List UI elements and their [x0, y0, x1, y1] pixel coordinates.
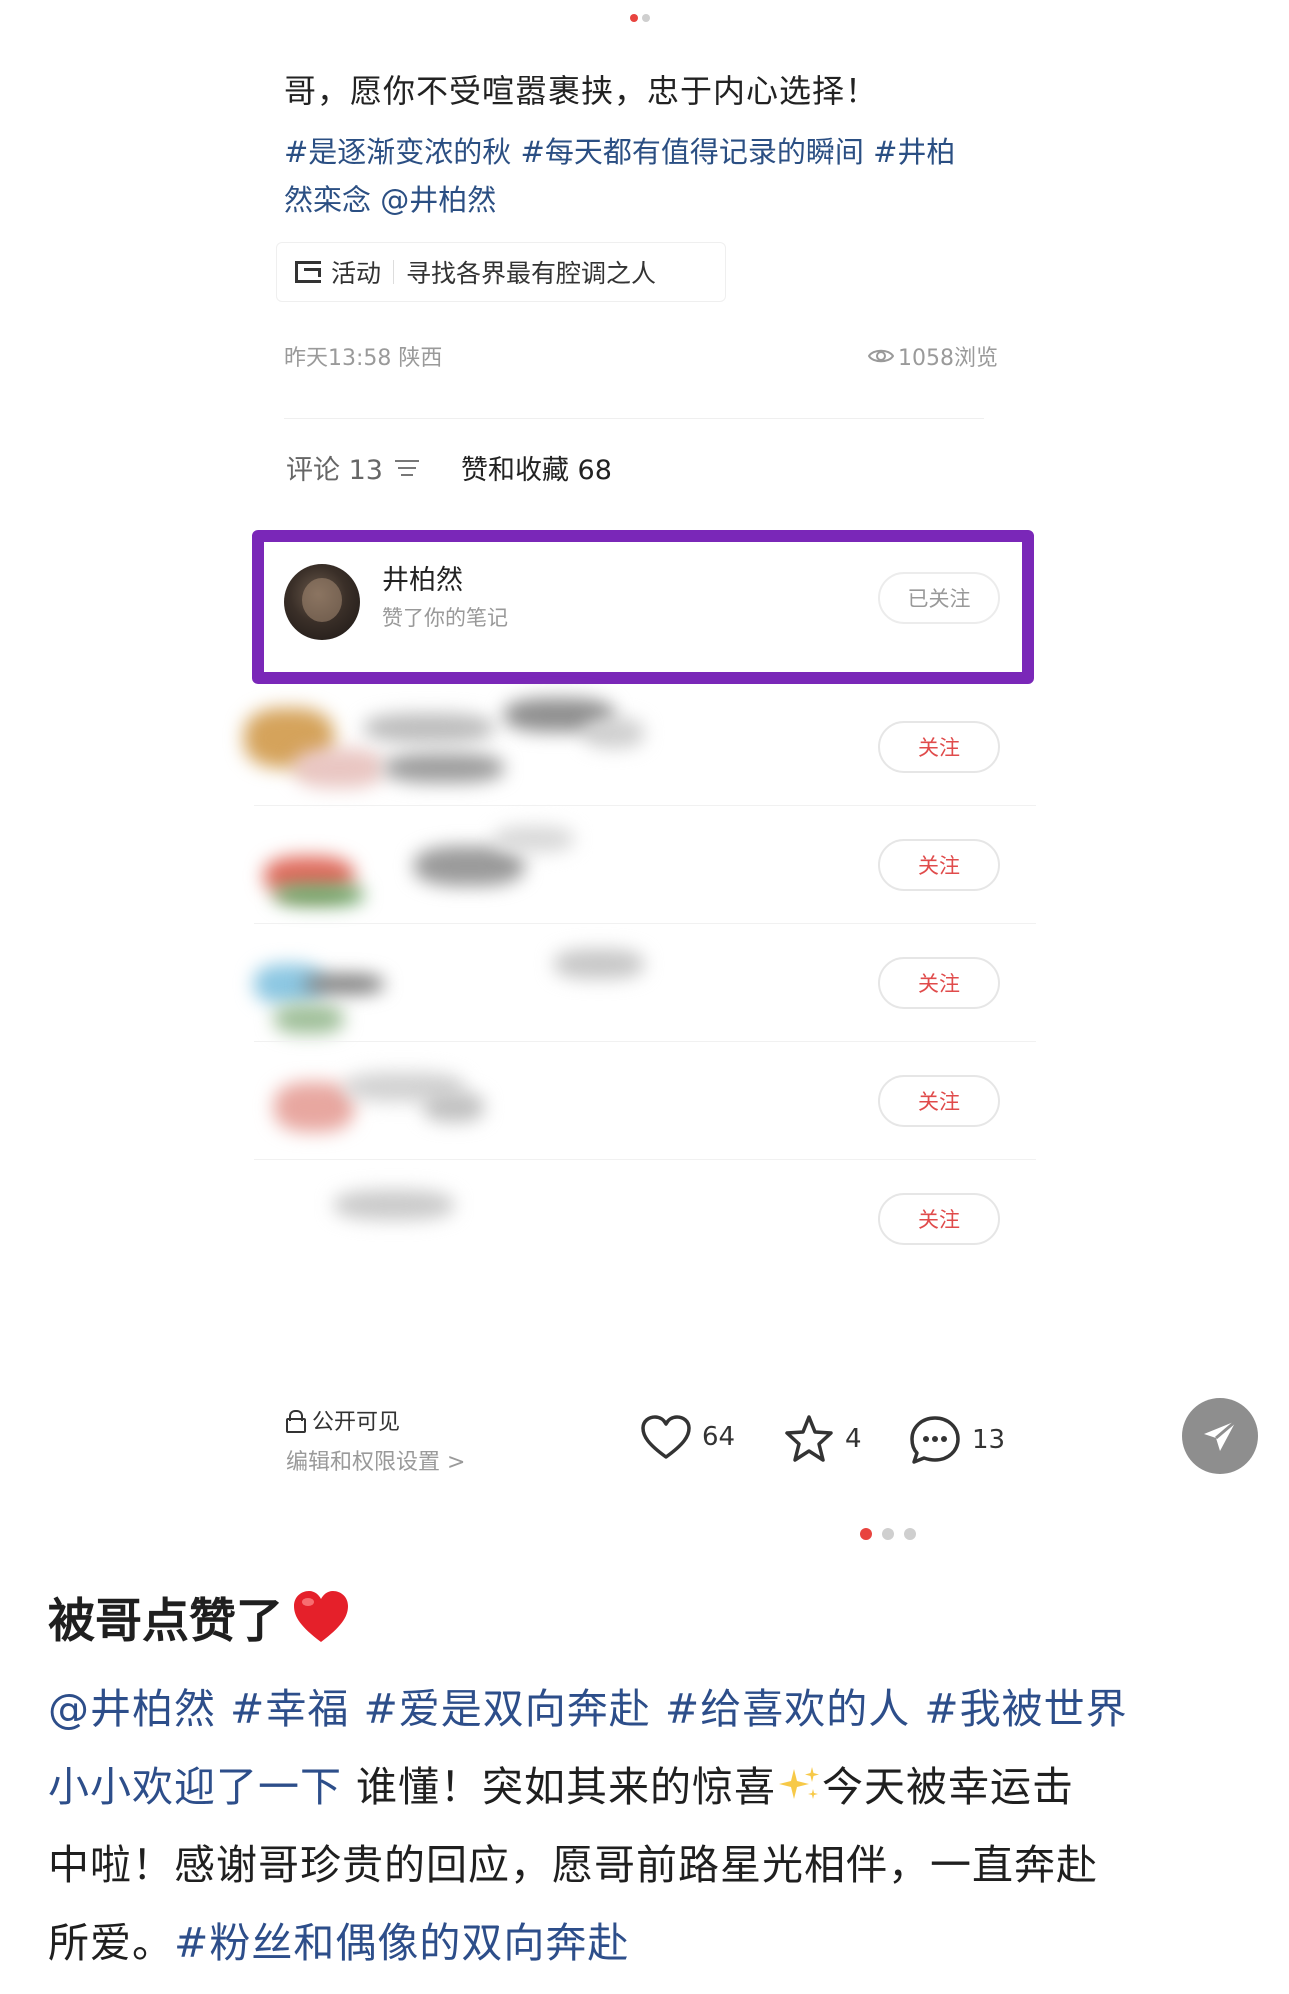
blurred-text: [584, 718, 644, 748]
mention-link[interactable]: @井柏然: [48, 1685, 216, 1733]
avatar[interactable]: [284, 564, 360, 640]
blurred-text: [554, 949, 644, 979]
comment-icon: [910, 1416, 960, 1464]
favorite-count: 4: [845, 1424, 862, 1454]
follow-button[interactable]: 关注: [878, 1193, 1000, 1245]
activity-divider: [393, 260, 395, 284]
post-tag[interactable]: #是逐渐变浓的秋: [284, 135, 511, 169]
post-tag[interactable]: #井柏: [873, 135, 955, 169]
edit-permissions-link[interactable]: 编辑和权限设置 >: [286, 1444, 465, 1476]
sparkles-icon: [779, 1767, 820, 1799]
follow-button[interactable]: 关注: [878, 721, 1000, 773]
tab-comments[interactable]: 评论 13: [286, 448, 421, 487]
views-count: 1058浏览: [898, 346, 998, 371]
list-item[interactable]: 关注: [244, 688, 1036, 806]
star-icon: [785, 1415, 833, 1462]
follow-button[interactable]: 关注: [878, 957, 1000, 1009]
blurred-text: [494, 826, 574, 852]
like-button[interactable]: 64: [640, 1414, 735, 1460]
interaction-tabs: 评论 13 赞和收藏 68: [286, 448, 612, 487]
list-item[interactable]: 关注: [254, 806, 1036, 924]
post-tags: #是逐渐变浓的秋 #每天都有值得记录的瞬间 #井柏 然栾念 @井柏然: [284, 128, 1014, 224]
page-dot: [642, 14, 650, 22]
post-tag[interactable]: 然栾念: [284, 183, 371, 217]
follow-button[interactable]: 关注: [878, 839, 1000, 891]
image-page-indicator: [860, 1528, 916, 1540]
blurred-avatar: [274, 1004, 344, 1034]
blurred-text: [414, 846, 524, 886]
section-divider: [284, 418, 984, 419]
caption-text: 谁懂！突如其来的惊喜: [342, 1763, 777, 1811]
eye-icon: [868, 349, 894, 363]
blurred-text: [384, 753, 504, 783]
follow-button[interactable]: 关注: [878, 1075, 1000, 1127]
hashtag-link[interactable]: 小小欢迎了一下: [48, 1763, 342, 1811]
caption-title-text: 被哥点赞了: [48, 1594, 283, 1649]
blurred-avatar: [274, 1082, 354, 1132]
sort-icon[interactable]: [394, 458, 421, 478]
caption-text: 今天被幸运击: [822, 1763, 1075, 1811]
list-item[interactable]: 关注: [254, 1042, 1036, 1160]
highlighted-user-row[interactable]: 井柏然 赞了你的笔记 已关注: [252, 530, 1034, 684]
hashtag-link[interactable]: #粉丝和偶像的双向奔赴: [174, 1919, 629, 1967]
tab-likes-favorites[interactable]: 赞和收藏 68: [461, 448, 612, 487]
caption-body: @井柏然 #幸福 #爱是双向奔赴 #给喜欢的人 #我被世界 小小欢迎了一下 谁懂…: [48, 1670, 1268, 1982]
caption-title: 被哥点赞了: [48, 1582, 351, 1651]
lock-icon: [286, 1410, 306, 1433]
post-meta: 昨天13:58 陕西: [284, 346, 443, 371]
page-dot: [882, 1528, 894, 1540]
favorite-button[interactable]: 4: [783, 1414, 862, 1464]
followed-button[interactable]: 已关注: [878, 572, 1000, 624]
blurred-text: [424, 1092, 484, 1122]
blurred-text: [334, 1190, 454, 1220]
comment-count: 13: [972, 1425, 1006, 1455]
blurred-avatar: [274, 884, 364, 906]
activity-card[interactable]: 活动 寻找各界最有腔调之人: [276, 242, 726, 302]
activity-icon: [295, 261, 321, 283]
hashtag-link[interactable]: #给喜欢的人: [665, 1685, 910, 1733]
caption-text: 所爱。: [48, 1919, 174, 1967]
top-page-indicator: [630, 14, 650, 22]
post-tag[interactable]: #每天都有值得记录的瞬间: [521, 135, 864, 169]
visibility-label: 公开可见: [312, 1410, 401, 1435]
note-screenshot: 哥，愿你不受喧嚣裹挟，忠于内心选择！ #是逐渐变浓的秋 #每天都有值得记录的瞬间…: [244, 0, 1036, 1565]
activity-text: 寻找各界最有腔调之人: [406, 259, 657, 288]
hashtag-link[interactable]: #我被世界: [924, 1685, 1127, 1733]
post-title: 哥，愿你不受喧嚣裹挟，忠于内心选择！: [284, 72, 879, 110]
comment-button[interactable]: 13: [908, 1414, 1005, 1466]
visibility-status: 公开可见: [286, 1404, 400, 1436]
activity-label: 活动: [331, 259, 382, 288]
heart-icon: [641, 1415, 691, 1459]
page-dot-active: [630, 14, 638, 22]
list-item[interactable]: 关注: [254, 924, 1036, 1042]
send-icon: [1204, 1419, 1237, 1451]
mention-link[interactable]: @井柏然: [380, 183, 496, 217]
blurred-text: [364, 713, 494, 743]
share-button[interactable]: [1182, 1398, 1258, 1474]
blurred-avatar: [294, 748, 384, 788]
like-count: 64: [702, 1422, 736, 1452]
user-action: 赞了你的笔记: [382, 606, 508, 630]
user-name[interactable]: 井柏然: [382, 558, 463, 597]
hashtag-link[interactable]: #爱是双向奔赴: [363, 1685, 650, 1733]
hashtag-link[interactable]: #幸福: [230, 1685, 349, 1733]
post-views: 1058浏览: [868, 340, 998, 372]
tab-comments-label: 评论 13: [286, 455, 383, 486]
list-item[interactable]: 关注: [254, 1160, 1036, 1246]
page-dot-active: [860, 1528, 872, 1540]
page-dot: [904, 1528, 916, 1540]
caption-text: 中啦！感谢哥珍贵的回应，愿哥前路星光相伴，一直奔赴: [48, 1841, 1098, 1889]
blurred-text: [304, 974, 384, 994]
red-heart-icon: [294, 1590, 348, 1642]
